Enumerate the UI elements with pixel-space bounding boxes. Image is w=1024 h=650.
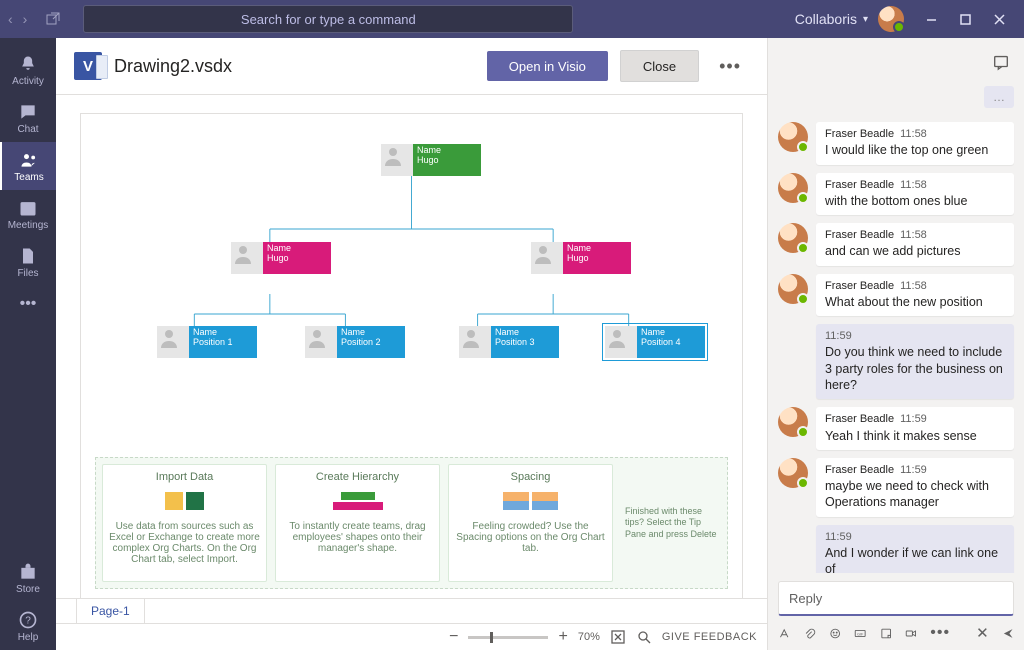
open-in-visio-button[interactable]: Open in Visio: [487, 51, 608, 81]
chat-message: Fraser Beadle11:58and can we add picture…: [778, 223, 1014, 266]
tip-hierarchy: Create Hierarchy To instantly create tea…: [275, 464, 440, 582]
org-node-l2b[interactable]: NameHugo: [531, 242, 631, 274]
person-icon: [531, 242, 563, 274]
close-button[interactable]: Close: [620, 50, 699, 82]
cancel-icon[interactable]: ✕: [976, 624, 989, 642]
emoji-icon[interactable]: [829, 625, 841, 642]
zoom-percent: 70%: [578, 631, 600, 643]
svg-text:?: ?: [25, 615, 31, 626]
org-node-p1[interactable]: NamePosition 1: [157, 326, 257, 358]
org-node-top[interactable]: NameHugo: [381, 144, 481, 176]
org-node-p4[interactable]: NamePosition 4: [605, 326, 705, 358]
window-maximize[interactable]: [948, 4, 982, 34]
chat-message: Fraser Beadle11:58I would like the top o…: [778, 122, 1014, 165]
avatar[interactable]: [778, 122, 808, 152]
window-close[interactable]: [982, 4, 1016, 34]
org-node-p3[interactable]: NamePosition 3: [459, 326, 559, 358]
fit-page-icon[interactable]: [610, 629, 626, 645]
more-actions-icon[interactable]: •••: [711, 56, 749, 77]
person-icon: [305, 326, 337, 358]
title-bar: ‹ › Search for or type a command Collabo…: [0, 0, 1024, 38]
page-tabs: Page-1: [56, 598, 767, 623]
gif-icon[interactable]: GIF: [854, 625, 866, 642]
person-icon: [231, 242, 263, 274]
zoom-in-icon[interactable]: +: [558, 628, 567, 646]
rail-teams[interactable]: Teams: [0, 142, 56, 190]
zoom-slider[interactable]: [468, 636, 548, 639]
give-feedback-link[interactable]: GIVE FEEDBACK: [662, 631, 757, 643]
tip-pane[interactable]: Import Data Use data from sources such a…: [95, 457, 728, 589]
format-icon[interactable]: [778, 625, 790, 642]
attach-icon[interactable]: [803, 625, 815, 642]
tenant-name: Collaboris: [795, 11, 857, 27]
org-node-p2[interactable]: NamePosition 2: [305, 326, 405, 358]
person-icon: [605, 326, 637, 358]
tenant-picker[interactable]: Collaboris ▾: [795, 11, 868, 27]
visio-logo-icon: V: [74, 52, 102, 80]
forward-icon[interactable]: ›: [23, 11, 28, 27]
me-avatar[interactable]: [878, 6, 904, 32]
app-rail: Activity Chat Teams Meetings Files ••• S…: [0, 38, 56, 650]
rail-more[interactable]: •••: [0, 286, 56, 322]
conversation-pane: … Fraser Beadle11:58I would like the top…: [768, 38, 1024, 650]
avatar[interactable]: [778, 223, 808, 253]
rail-chat[interactable]: Chat: [0, 94, 56, 142]
history-nav: ‹ ›: [8, 11, 27, 27]
meet-now-icon[interactable]: [905, 625, 917, 642]
rail-store[interactable]: Store: [0, 554, 56, 602]
window-minimize[interactable]: [914, 4, 948, 34]
avatar[interactable]: [778, 458, 808, 488]
document-column: V Drawing2.vsdx Open in Visio Close •••: [56, 38, 768, 650]
chat-message: Fraser Beadle11:59Yeah I think it makes …: [778, 407, 1014, 450]
tip-import: Import Data Use data from sources such a…: [102, 464, 267, 582]
document-header: V Drawing2.vsdx Open in Visio Close •••: [56, 38, 767, 95]
send-icon[interactable]: [1002, 625, 1014, 642]
status-bar: − + 70% GIVE FEEDBACK: [56, 623, 767, 650]
drawing-canvas[interactable]: NameHugo NameHugo NameHugo NamePosition …: [80, 113, 743, 598]
chat-message: Fraser Beadle11:58What about the new pos…: [778, 274, 1014, 317]
avatar[interactable]: [778, 407, 808, 437]
expand-chat-icon[interactable]: [992, 53, 1010, 71]
chat-message: Fraser Beadle11:59maybe we need to check…: [778, 458, 1014, 517]
org-node-l2a[interactable]: NameHugo: [231, 242, 331, 274]
command-search[interactable]: Search for or type a command: [83, 5, 573, 33]
file-name: Drawing2.vsdx: [114, 56, 475, 77]
chat-message-me: 11:59Do you think we need to include 3 p…: [816, 324, 1014, 399]
back-icon[interactable]: ‹: [8, 11, 13, 27]
chevron-down-icon: ▾: [863, 14, 868, 25]
tip-spacing: Spacing Feeling crowded? Use the Spacing…: [448, 464, 613, 582]
compose-area: Reply GIF ••• ✕: [768, 573, 1024, 650]
message-truncated: …: [984, 86, 1014, 108]
chat-header: [768, 38, 1024, 86]
avatar[interactable]: [778, 274, 808, 304]
page-tab-1[interactable]: Page-1: [76, 599, 145, 623]
svg-text:GIF: GIF: [857, 632, 864, 636]
zoom-out-icon[interactable]: −: [449, 628, 458, 646]
rail-help[interactable]: ? Help: [0, 602, 56, 650]
person-icon: [459, 326, 491, 358]
sticker-icon[interactable]: [880, 625, 892, 642]
more-compose-icon[interactable]: •••: [930, 624, 950, 642]
popout-icon[interactable]: [45, 11, 61, 27]
pan-icon[interactable]: [636, 629, 652, 645]
reply-input[interactable]: Reply: [778, 581, 1014, 616]
chat-message: Fraser Beadle11:58with the bottom ones b…: [778, 173, 1014, 216]
person-icon: [157, 326, 189, 358]
chat-message-me: 11:59And I wonder if we can link one of: [816, 525, 1014, 573]
org-chart: NameHugo NameHugo NameHugo NamePosition …: [81, 134, 742, 384]
tip-dismiss-note: Finished with these tips? Select the Tip…: [621, 464, 721, 582]
avatar[interactable]: [778, 173, 808, 203]
rail-activity[interactable]: Activity: [0, 46, 56, 94]
rail-files[interactable]: Files: [0, 238, 56, 286]
rail-meetings[interactable]: Meetings: [0, 190, 56, 238]
person-icon: [381, 144, 413, 176]
